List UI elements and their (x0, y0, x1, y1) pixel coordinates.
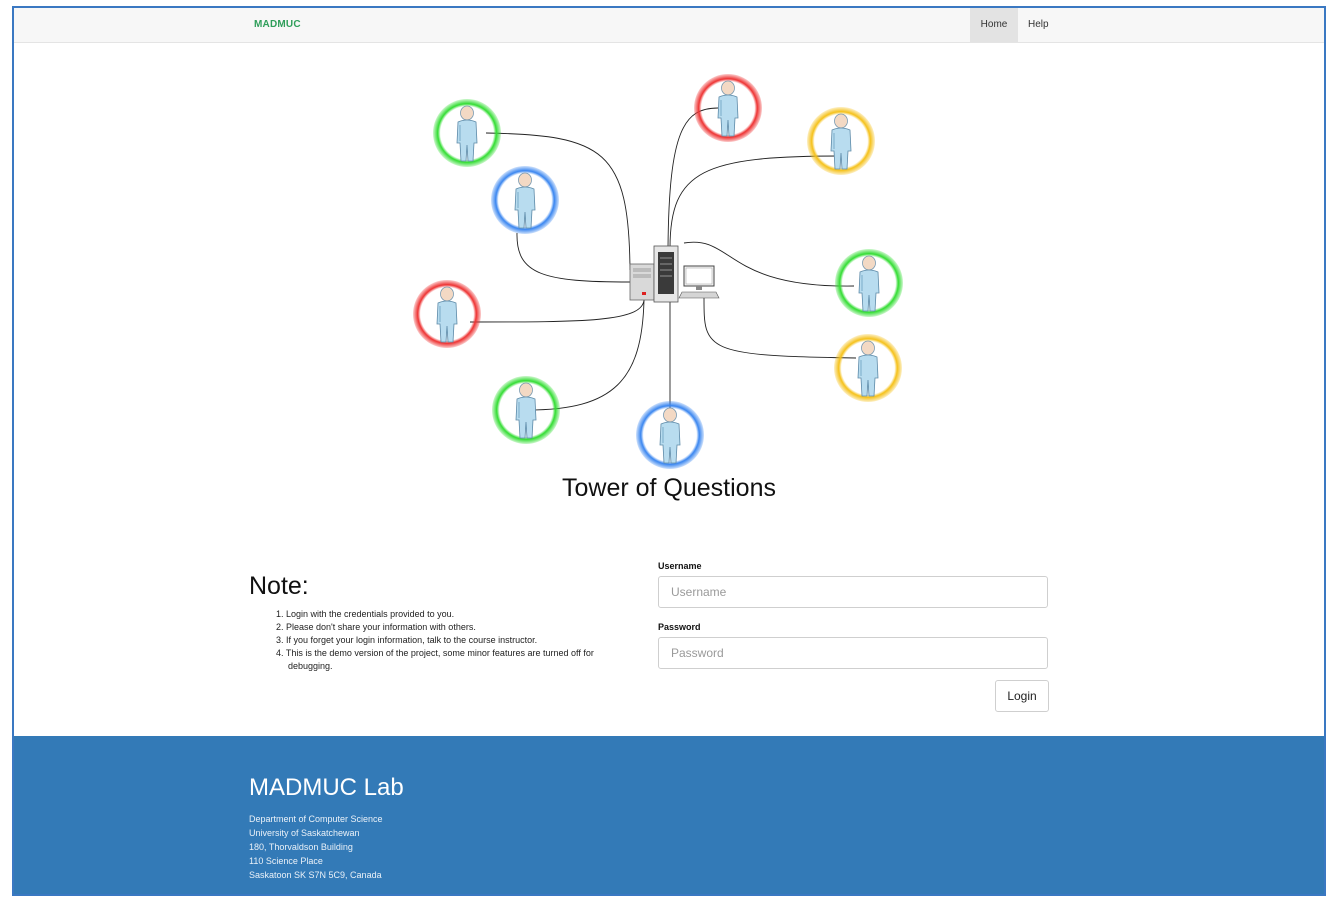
server-and-computer-icon (629, 245, 720, 303)
network-diagram (413, 74, 903, 469)
nav-help-link[interactable]: Help (1018, 8, 1059, 42)
page-title: Tower of Questions (562, 474, 776, 502)
user-node-green-2 (492, 376, 560, 444)
note-item: 3. If you forget your login information,… (276, 635, 538, 645)
user-node-yellow-2 (834, 334, 902, 402)
footer-address-line: Department of Computer Science (249, 814, 383, 824)
username-label: Username (658, 561, 702, 571)
note-list: 1. Login with the credentials provided t… (276, 608, 636, 673)
footer-address-line: University of Saskatchewan (249, 828, 360, 838)
note-item: 1. Login with the credentials provided t… (276, 609, 455, 619)
footer-address-line: 180, Thorvaldson Building (249, 842, 353, 852)
footer-address-line: 110 Science Place (249, 856, 323, 866)
nav-home-link[interactable]: Home (970, 8, 1018, 42)
navbar: MADMUC Home Help (14, 8, 1324, 43)
password-label: Password (658, 622, 701, 632)
note-item: 2. Please don't share your information w… (276, 622, 476, 632)
user-node-blue-1 (491, 166, 559, 234)
user-node-green-1 (433, 99, 501, 167)
user-node-yellow-1 (807, 107, 875, 175)
username-input[interactable] (658, 576, 1048, 608)
login-button[interactable]: Login (995, 680, 1049, 712)
footer-address-line: Saskatoon SK S7N 5C9, Canada (249, 870, 382, 880)
note-item: 4. This is the demo version of the proje… (276, 648, 594, 671)
password-input[interactable] (658, 637, 1048, 669)
note-heading: Note: (249, 572, 309, 600)
user-node-red-1 (413, 280, 481, 348)
user-node-green-3 (835, 249, 903, 317)
footer: MADMUC Lab Department of Computer Scienc… (14, 736, 1324, 894)
user-node-blue-2 (636, 401, 704, 469)
user-node-red-2 (694, 74, 762, 142)
brand-link[interactable]: MADMUC (254, 19, 301, 30)
footer-title: MADMUC Lab (249, 774, 404, 801)
page-frame: MADMUC Home Help Tower of Questions Note… (12, 6, 1326, 896)
footer-address: Department of Computer Science Universit… (249, 812, 383, 882)
